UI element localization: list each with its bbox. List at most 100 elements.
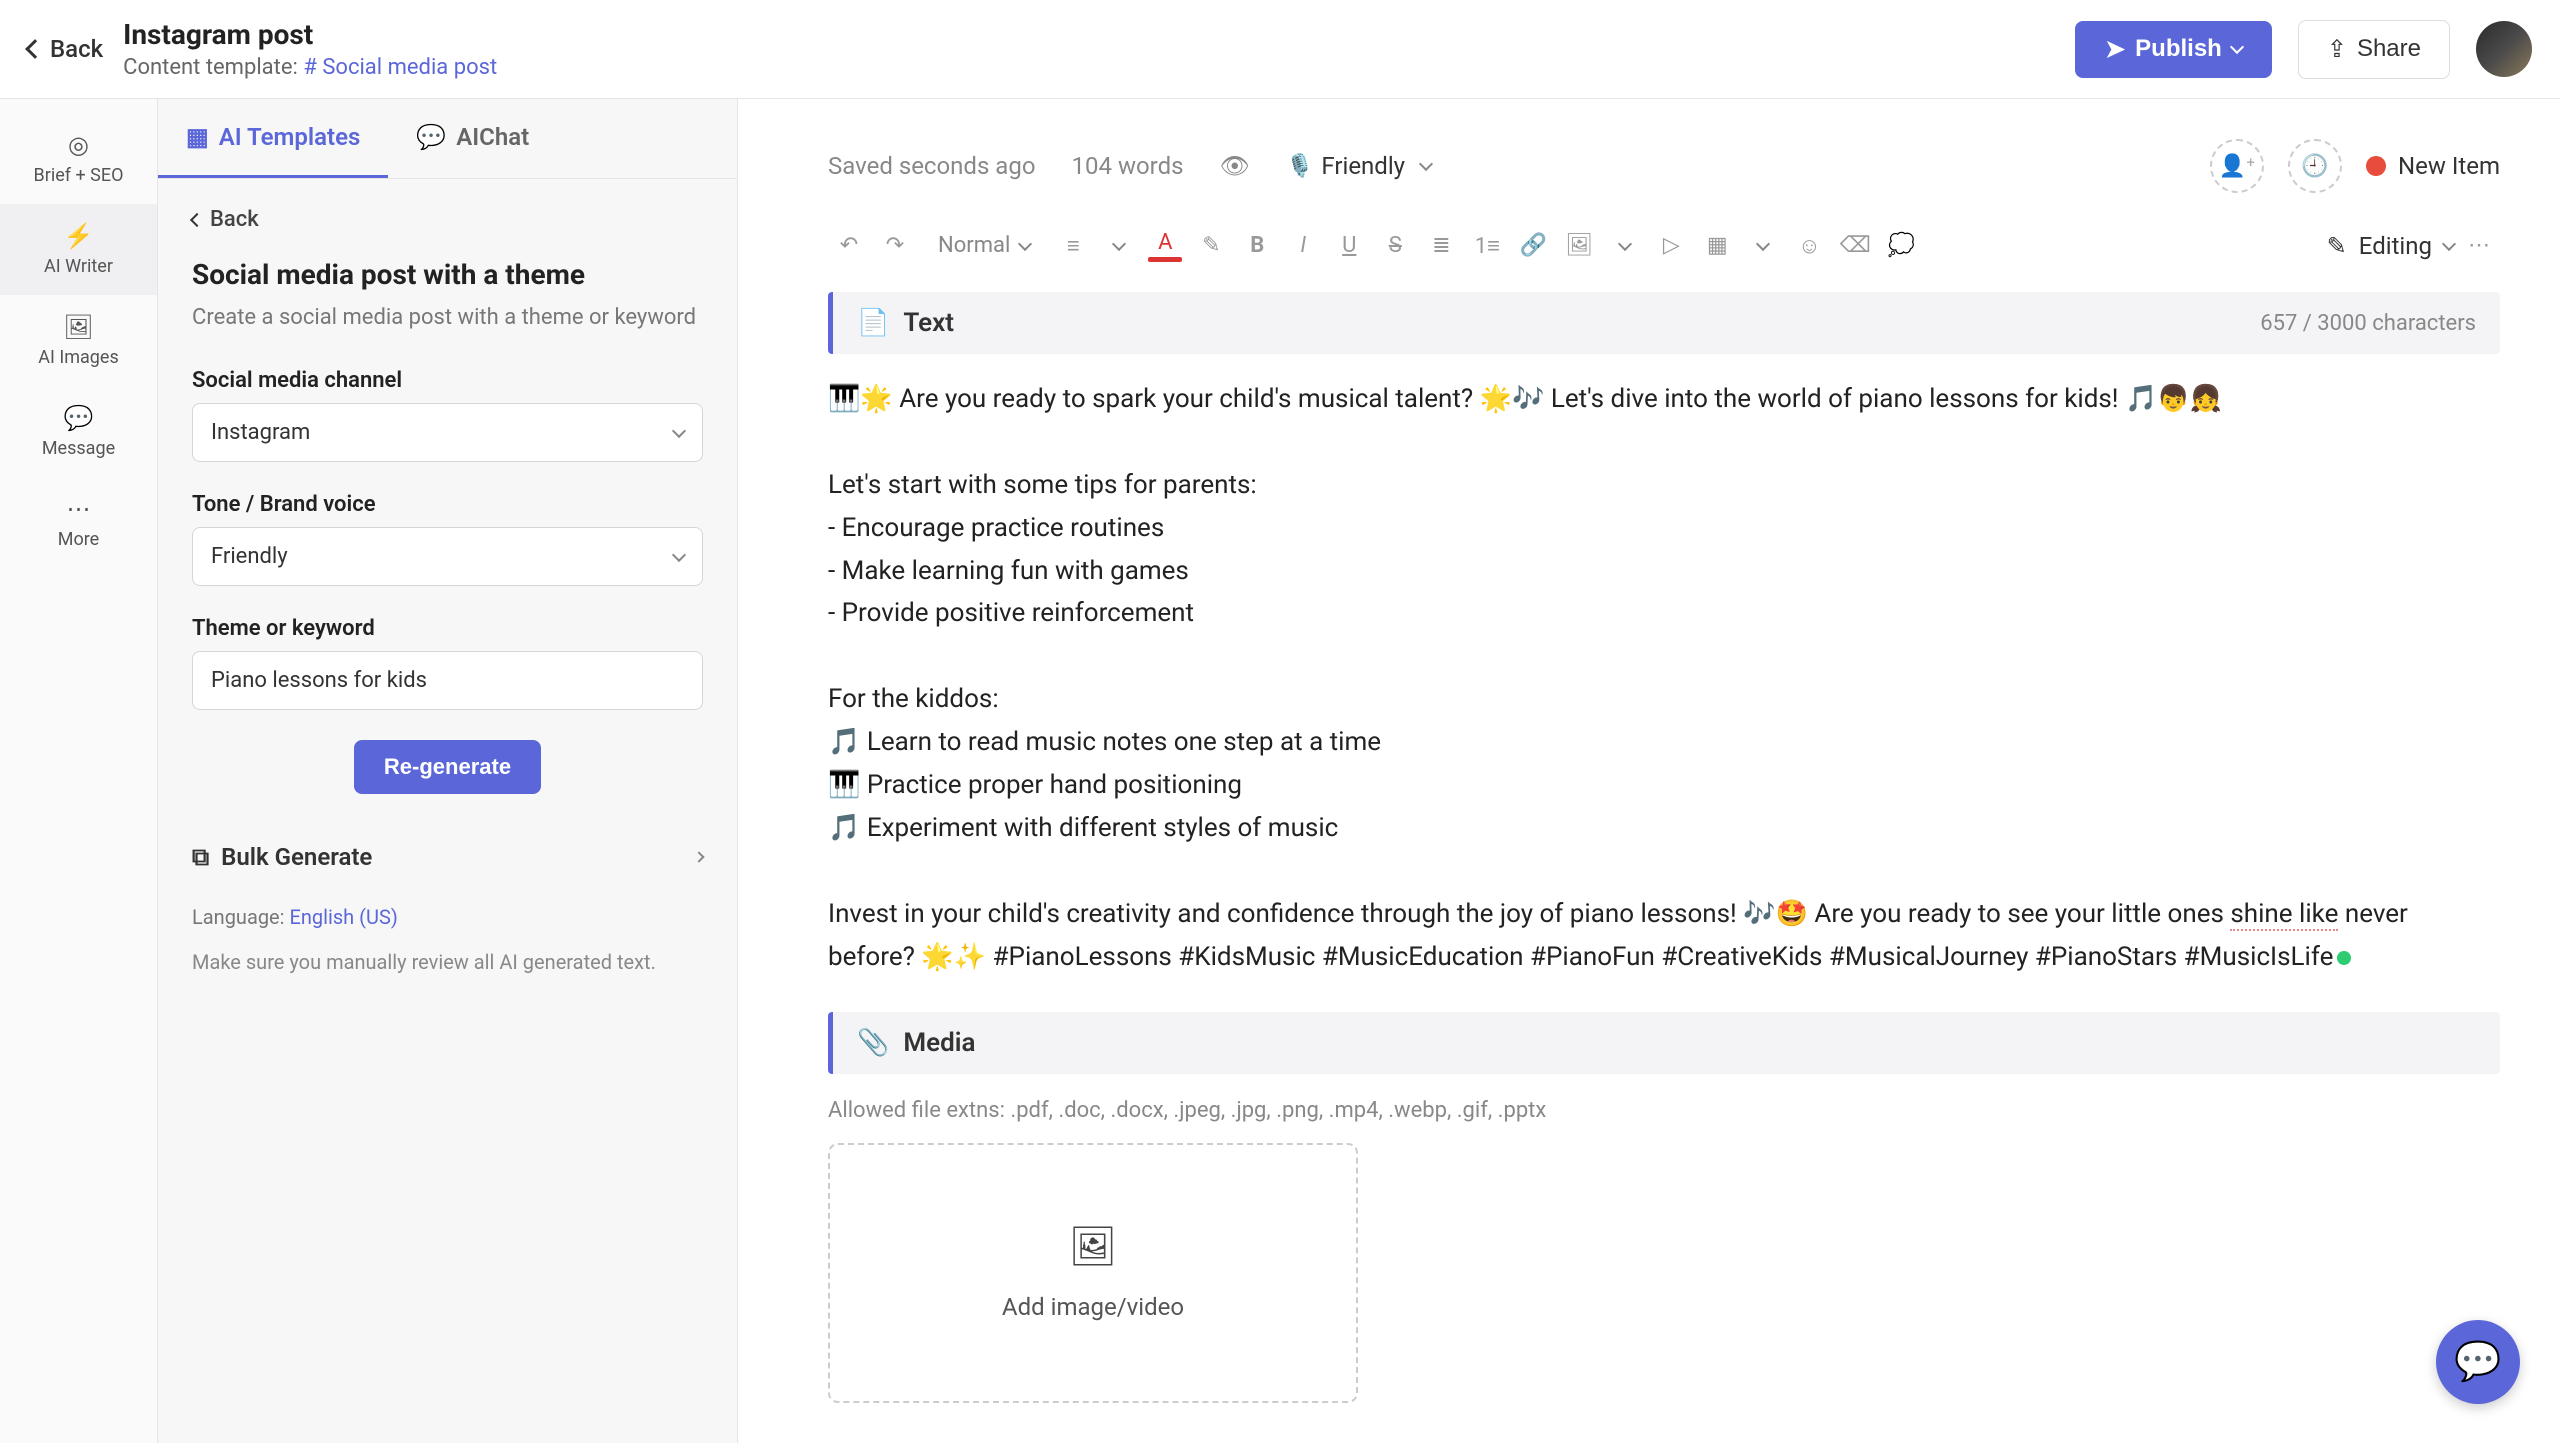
hash-icon: # (303, 55, 317, 80)
target-icon: ◎ (65, 131, 93, 159)
clear-format-button[interactable]: ⌫ (1834, 225, 1876, 267)
text-block-label: Text (903, 308, 954, 338)
rail-ai-images[interactable]: 🖼 AI Images (0, 295, 157, 386)
tone-label: Tone / Brand voice (192, 492, 703, 517)
more-toolbar-button[interactable]: ⋯ (2458, 225, 2500, 267)
underline-button[interactable]: U (1328, 225, 1370, 267)
tab-ai-templates[interactable]: ▦ AI Templates (158, 99, 388, 178)
panel-subheading: Create a social media post with a theme … (192, 301, 703, 334)
table-dropdown[interactable] (1742, 225, 1784, 267)
media-block-header: 📎 Media (828, 1012, 2500, 1074)
regenerate-button[interactable]: Re-generate (354, 740, 541, 794)
help-chat-button[interactable]: 💬 (2436, 1320, 2520, 1404)
template-label: Content template: (123, 55, 298, 80)
rail-more[interactable]: ⋯ More (0, 477, 157, 568)
tone-indicator[interactable]: Friendly (1286, 152, 1431, 180)
copy-icon: ⧉ (192, 843, 209, 871)
rail-label: AI Writer (44, 256, 113, 277)
emoji-button[interactable]: ☺ (1788, 225, 1830, 267)
avatar[interactable] (2476, 21, 2532, 77)
media-block-label: Media (903, 1028, 975, 1058)
undo-button[interactable]: ↶ (828, 225, 870, 267)
bullet-list-button[interactable]: ≣ (1420, 225, 1462, 267)
editor-toolbar: ↶ ↷ Normal ≡ A ✎ B I U S ≣ 1≡ 🔗 🖼 ▷ ▦ ☺ … (828, 223, 2500, 268)
rail-message[interactable]: 💬 Message (0, 386, 157, 477)
preview-button[interactable]: 👁 (1220, 152, 1250, 180)
status-select[interactable]: New Item (2366, 152, 2500, 180)
tab-ai-chat[interactable]: 💬 AIChat (388, 99, 557, 178)
publish-label: Publish (2135, 35, 2222, 63)
chevron-down-icon (1419, 157, 1433, 171)
chevron-down-icon (1018, 236, 1032, 250)
media-dropzone[interactable]: 🖼 Add image/video (828, 1143, 1358, 1403)
channel-label: Social media channel (192, 368, 703, 393)
word-count: 104 words (1072, 152, 1184, 180)
image-dropdown[interactable] (1604, 225, 1646, 267)
panel-collapse-button[interactable] (737, 99, 738, 189)
strike-button[interactable]: S (1374, 225, 1416, 267)
status-label: New Item (2398, 152, 2500, 180)
chevron-left-icon (25, 39, 45, 59)
publish-button[interactable]: ➤ Publish (2075, 21, 2272, 78)
tab-label: AIChat (456, 123, 529, 151)
panel-back-button[interactable]: Back (192, 207, 703, 232)
attach-icon: 📎 (857, 1028, 889, 1058)
comment-button[interactable]: 💭 (1880, 225, 1922, 267)
chevron-right-icon (693, 851, 704, 862)
chevron-down-icon (1756, 236, 1770, 250)
send-icon: ➤ (2105, 35, 2125, 64)
chevron-down-icon (1112, 236, 1126, 250)
video-button[interactable]: ▷ (1650, 225, 1692, 267)
italic-button[interactable]: I (1282, 225, 1324, 267)
number-list-button[interactable]: 1≡ (1466, 225, 1508, 267)
pencil-icon: ✎ (2327, 232, 2347, 260)
tab-label: AI Templates (219, 123, 361, 151)
content-body[interactable]: 🎹🌟 Are you ready to spark your child's m… (828, 378, 2500, 978)
status-dot-icon (2366, 156, 2386, 176)
theme-value: Piano lessons for kids (211, 668, 427, 693)
chevron-down-icon (672, 423, 686, 437)
tone-indicator-label: Friendly (1321, 152, 1405, 180)
chevron-down-icon (2230, 40, 2244, 54)
saved-status: Saved seconds ago (828, 152, 1036, 180)
share-label: Share (2357, 35, 2421, 63)
format-select[interactable]: Normal (920, 223, 1048, 268)
image-icon: 🖼 (1069, 1225, 1117, 1269)
image-button[interactable]: 🖼 (1558, 225, 1600, 267)
back-label: Back (50, 35, 103, 63)
bold-button[interactable]: B (1236, 225, 1278, 267)
grid-icon: ▦ (186, 123, 209, 151)
review-note: Make sure you manually review all AI gen… (192, 947, 703, 977)
align-button[interactable]: ≡ (1052, 225, 1094, 267)
chat-icon: 💬 (416, 123, 446, 151)
more-icon: ⋯ (65, 495, 93, 523)
chat-bubble-icon: 💬 (2454, 1340, 2501, 1384)
table-button[interactable]: ▦ (1696, 225, 1738, 267)
link-button[interactable]: 🔗 (1512, 225, 1554, 267)
bulk-generate-row[interactable]: ⧉ Bulk Generate (192, 828, 703, 885)
rail-label: AI Images (38, 347, 119, 368)
char-count: 657 / 3000 characters (2260, 311, 2476, 336)
ai-panel: ▦ AI Templates 💬 AIChat Back Social medi… (158, 99, 738, 1443)
chevron-down-icon (672, 547, 686, 561)
rail-brief-seo[interactable]: ◎ Brief + SEO (0, 113, 157, 204)
theme-input[interactable]: Piano lessons for kids (192, 651, 703, 710)
share-button[interactable]: ⇪ Share (2298, 20, 2450, 79)
align-dropdown[interactable] (1098, 225, 1140, 267)
template-link[interactable]: Social media post (322, 55, 497, 80)
page-title: Instagram post (123, 18, 2055, 51)
rail-ai-writer[interactable]: ⚡ AI Writer (0, 204, 157, 295)
highlight-button[interactable]: ✎ (1190, 225, 1232, 267)
add-collaborator-button[interactable]: 👤⁺ (2210, 139, 2264, 193)
tone-select[interactable]: Friendly (192, 527, 703, 586)
rail-label: Brief + SEO (34, 165, 124, 186)
channel-select[interactable]: Instagram (192, 403, 703, 462)
language-label: Language: (192, 905, 285, 929)
back-button[interactable]: Back (28, 35, 103, 63)
language-link[interactable]: English (US) (289, 905, 397, 929)
redo-button[interactable]: ↷ (874, 225, 916, 267)
text-color-button[interactable]: A (1144, 225, 1186, 267)
history-button[interactable]: 🕘 (2288, 139, 2342, 193)
panel-back-label: Back (210, 207, 259, 232)
editing-mode-select[interactable]: ✎ Editing (2327, 232, 2454, 260)
